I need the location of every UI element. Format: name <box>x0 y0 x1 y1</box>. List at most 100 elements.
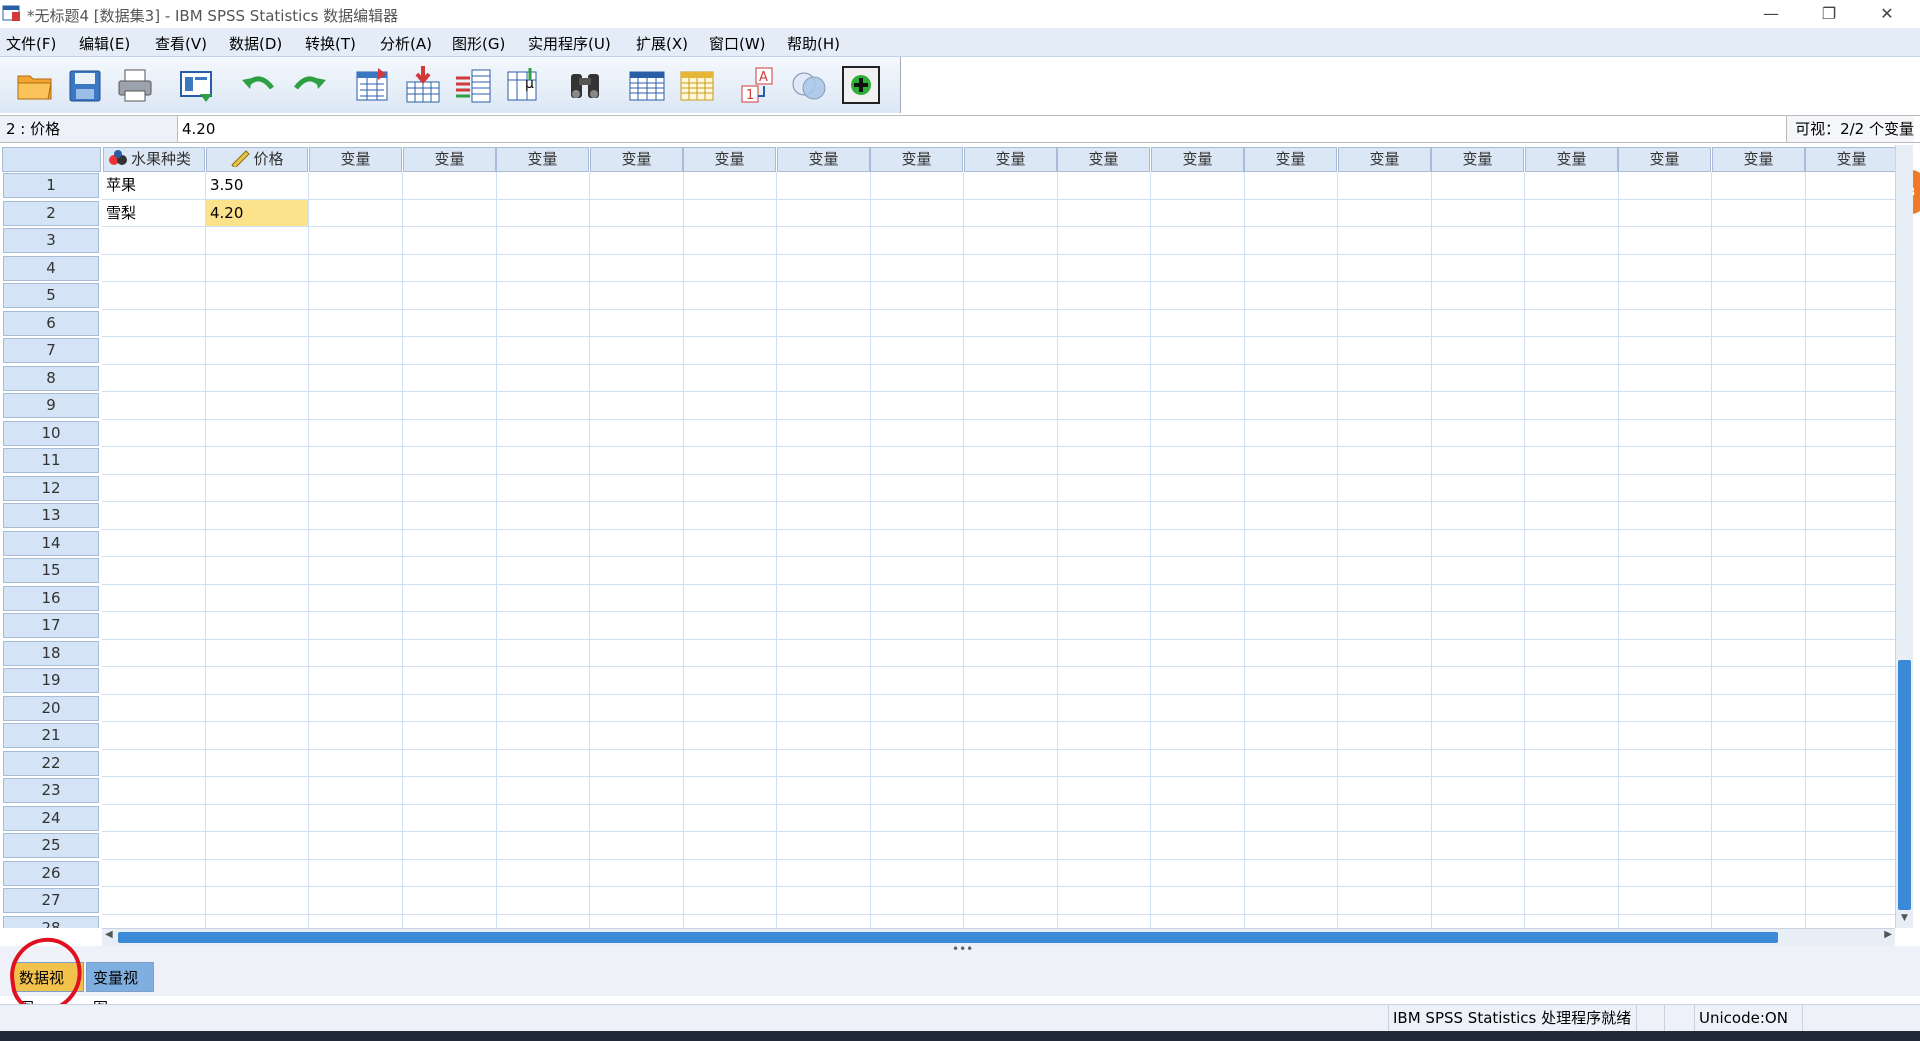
empty-cell[interactable] <box>964 199 1058 227</box>
empty-cell[interactable] <box>777 227 871 255</box>
empty-cell[interactable] <box>870 502 964 530</box>
empty-cell[interactable] <box>590 749 684 777</box>
empty-cell[interactable] <box>496 639 590 667</box>
empty-cell[interactable] <box>1431 309 1525 337</box>
empty-cell[interactable] <box>1338 887 1432 915</box>
empty-cell[interactable] <box>309 777 403 805</box>
empty-cell[interactable] <box>1057 447 1151 475</box>
column-header-placeholder[interactable]: 变量 <box>1618 147 1711 172</box>
empty-cell[interactable] <box>1618 557 1712 585</box>
empty-cell[interactable] <box>403 419 497 447</box>
empty-cell[interactable] <box>1151 639 1245 667</box>
empty-cell[interactable] <box>870 364 964 392</box>
row-header[interactable]: 28 <box>3 915 99 928</box>
column-header-placeholder[interactable]: 变量 <box>777 147 870 172</box>
empty-cell[interactable] <box>1338 722 1432 750</box>
empty-cell[interactable] <box>1151 172 1245 200</box>
empty-cell[interactable] <box>1151 447 1245 475</box>
empty-cell[interactable] <box>870 282 964 310</box>
empty-cell[interactable] <box>590 474 684 502</box>
empty-cell[interactable] <box>1805 310 1895 337</box>
empty-cell[interactable] <box>1244 419 1338 447</box>
empty-cell[interactable] <box>1338 777 1432 805</box>
go-to-variable-icon[interactable] <box>402 64 444 106</box>
empty-cell[interactable] <box>590 337 684 365</box>
empty-cell[interactable] <box>496 667 590 695</box>
empty-cell[interactable] <box>1712 722 1806 750</box>
data-cell[interactable] <box>102 282 206 310</box>
empty-cell[interactable] <box>1712 777 1806 805</box>
empty-cell[interactable] <box>1151 887 1245 915</box>
empty-cell[interactable] <box>1618 694 1712 722</box>
empty-cell[interactable] <box>1618 859 1712 887</box>
column-header-placeholder[interactable]: 变量 <box>1431 147 1524 172</box>
empty-cell[interactable] <box>964 529 1058 557</box>
column-header-placeholder[interactable]: 变量 <box>964 147 1057 172</box>
empty-cell[interactable] <box>403 612 497 640</box>
empty-cell[interactable] <box>309 694 403 722</box>
empty-cell[interactable] <box>403 282 497 310</box>
empty-cell[interactable] <box>1244 199 1338 227</box>
empty-cell[interactable] <box>777 502 871 530</box>
data-cell[interactable] <box>206 309 309 337</box>
empty-cell[interactable] <box>1712 309 1806 337</box>
data-cell[interactable] <box>206 859 309 887</box>
empty-cell[interactable] <box>1805 860 1895 887</box>
empty-cell[interactable] <box>1805 392 1895 420</box>
empty-cell[interactable] <box>1244 639 1338 667</box>
empty-cell[interactable] <box>1618 309 1712 337</box>
empty-cell[interactable] <box>1244 447 1338 475</box>
empty-cell[interactable] <box>1525 584 1619 612</box>
empty-cell[interactable] <box>1244 254 1338 282</box>
empty-cell[interactable] <box>964 749 1058 777</box>
empty-cell[interactable] <box>309 199 403 227</box>
empty-cell[interactable] <box>1338 612 1432 640</box>
empty-cell[interactable] <box>1712 529 1806 557</box>
empty-cell[interactable] <box>777 914 871 928</box>
empty-cell[interactable] <box>1525 419 1619 447</box>
data-cell[interactable] <box>102 777 206 805</box>
empty-cell[interactable] <box>1338 584 1432 612</box>
empty-cell[interactable] <box>1244 584 1338 612</box>
empty-cell[interactable] <box>1618 474 1712 502</box>
empty-cell[interactable] <box>964 557 1058 585</box>
empty-cell[interactable] <box>1712 749 1806 777</box>
empty-cell[interactable] <box>309 859 403 887</box>
empty-cell[interactable] <box>1712 639 1806 667</box>
data-cell[interactable] <box>102 419 206 447</box>
menu-graphs[interactable]: 图形(G) <box>452 33 505 54</box>
empty-cell[interactable] <box>403 502 497 530</box>
empty-cell[interactable] <box>1151 254 1245 282</box>
empty-cell[interactable] <box>1057 914 1151 928</box>
empty-cell[interactable] <box>870 887 964 915</box>
empty-cell[interactable] <box>1431 254 1525 282</box>
empty-cell[interactable] <box>1431 447 1525 475</box>
empty-cell[interactable] <box>1618 722 1712 750</box>
data-cell[interactable] <box>206 777 309 805</box>
row-header[interactable]: 24 <box>3 805 99 831</box>
empty-cell[interactable] <box>590 639 684 667</box>
use-sets-icon[interactable] <box>788 64 830 106</box>
data-cell[interactable] <box>102 859 206 887</box>
empty-cell[interactable] <box>496 282 590 310</box>
splitter-grip-icon[interactable]: ••• <box>952 942 973 956</box>
empty-cell[interactable] <box>1525 722 1619 750</box>
empty-cell[interactable] <box>1525 227 1619 255</box>
data-cell[interactable] <box>102 914 206 928</box>
minimize-button[interactable]: — <box>1742 0 1800 28</box>
empty-cell[interactable] <box>309 474 403 502</box>
empty-cell[interactable] <box>1057 804 1151 832</box>
empty-cell[interactable] <box>1431 199 1525 227</box>
empty-cell[interactable] <box>1805 227 1895 255</box>
empty-cell[interactable] <box>1338 749 1432 777</box>
empty-cell[interactable] <box>309 309 403 337</box>
empty-cell[interactable] <box>1431 804 1525 832</box>
empty-cell[interactable] <box>309 722 403 750</box>
empty-cell[interactable] <box>1805 420 1895 447</box>
empty-cell[interactable] <box>1618 172 1712 200</box>
empty-cell[interactable] <box>777 392 871 420</box>
empty-cell[interactable] <box>1338 419 1432 447</box>
row-header[interactable]: 26 <box>3 860 99 886</box>
empty-cell[interactable] <box>964 639 1058 667</box>
row-header[interactable]: 13 <box>3 503 99 528</box>
